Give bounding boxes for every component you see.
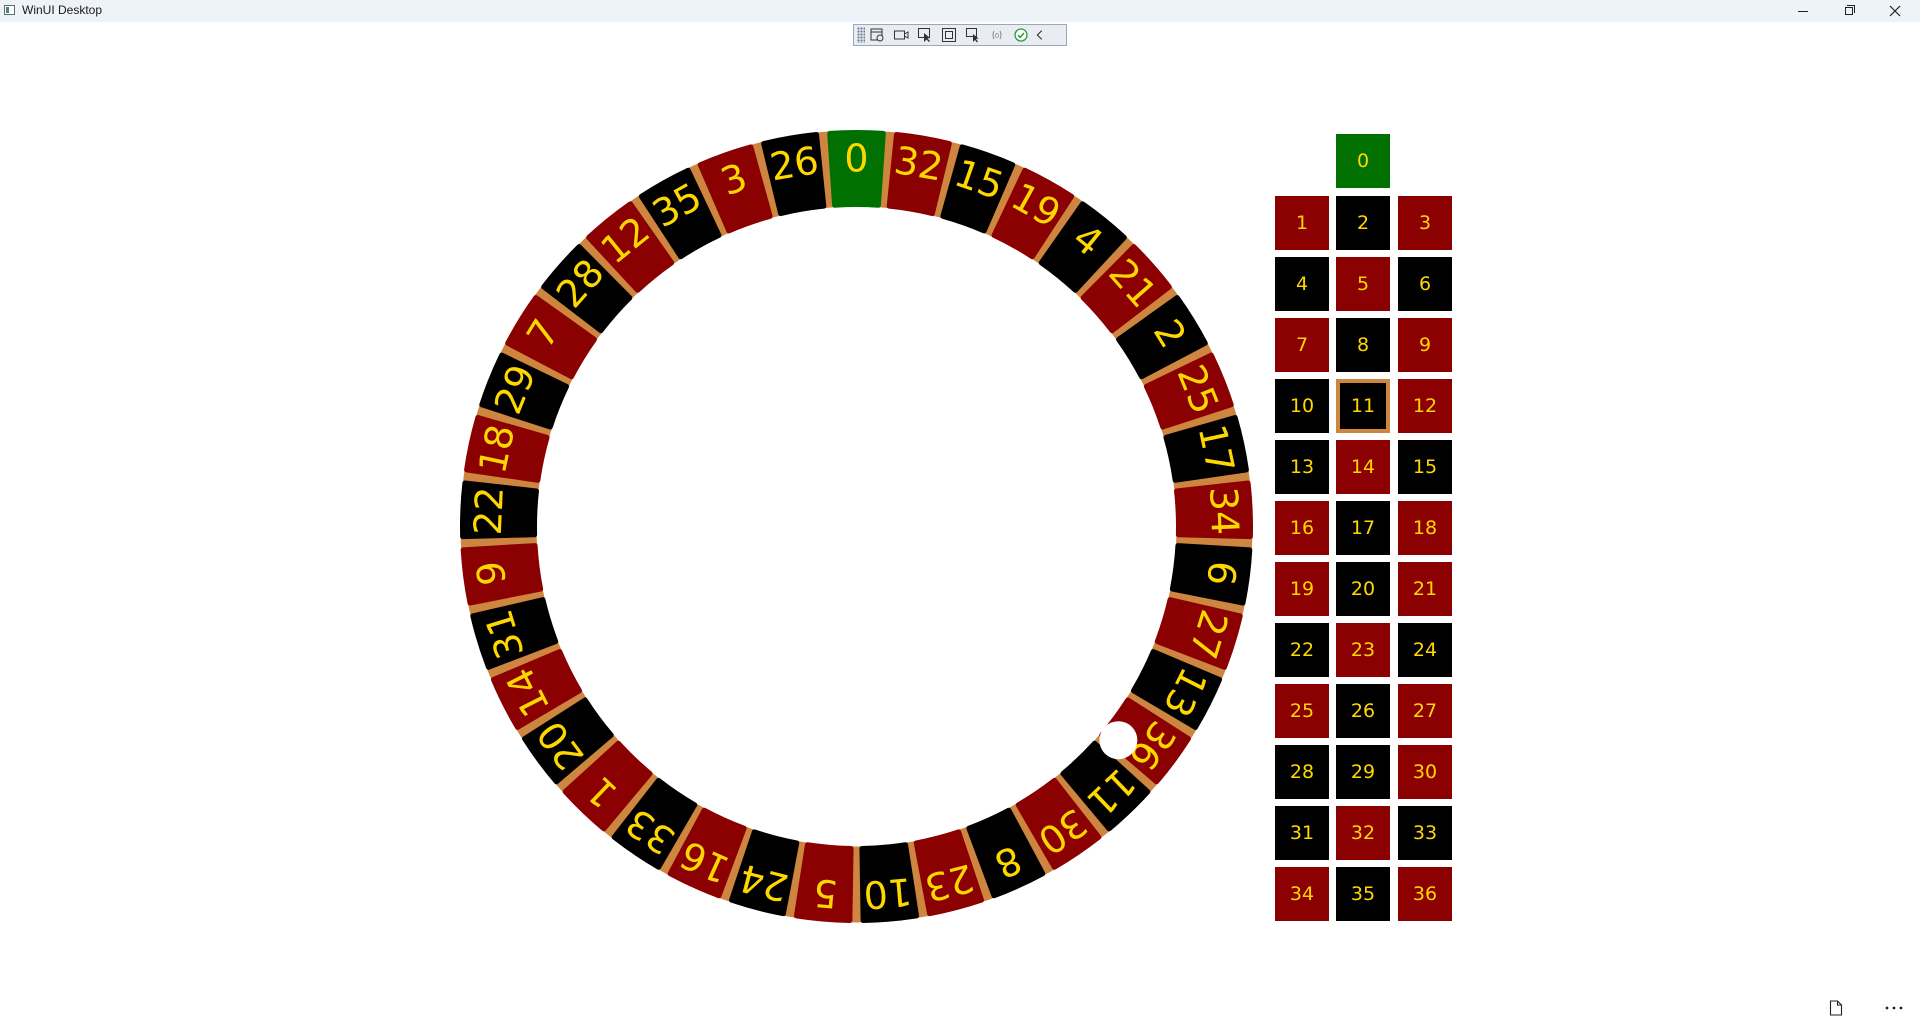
board-cell-30[interactable]: 30: [1398, 745, 1452, 799]
close-button[interactable]: [1872, 0, 1918, 22]
board-cell-27[interactable]: 27: [1398, 684, 1452, 738]
board-cell-24[interactable]: 24: [1398, 623, 1452, 677]
wheel-pocket[interactable]: 0: [827, 130, 886, 208]
board-cell-1[interactable]: 1: [1275, 196, 1329, 250]
track-focus-icon: [966, 28, 979, 43]
board-cell-32[interactable]: 32: [1336, 806, 1390, 860]
board-cell-9[interactable]: 9: [1398, 318, 1452, 372]
board-cell-7[interactable]: 7: [1275, 318, 1329, 372]
app-icon: [4, 5, 15, 15]
pocket-number: 10: [862, 869, 914, 917]
board-cell-13[interactable]: 13: [1275, 440, 1329, 494]
board-cell-22[interactable]: 22: [1275, 623, 1329, 677]
board-cell-14[interactable]: 14: [1336, 440, 1390, 494]
roulette-ball: [1099, 721, 1138, 760]
board-cell-8[interactable]: 8: [1336, 318, 1390, 372]
board-cell-17[interactable]: 17: [1336, 501, 1390, 555]
pocket-number: 22: [466, 486, 512, 536]
more-options-button[interactable]: [1882, 996, 1906, 1020]
wheel-pocket[interactable]: 10: [859, 842, 920, 923]
board-cell-21[interactable]: 21: [1398, 562, 1452, 616]
board-cell-26[interactable]: 26: [1336, 684, 1390, 738]
document-icon: [1829, 1000, 1843, 1016]
roulette-wheel[interactable]: 0 32 1519421225173462713361130823105241633…: [460, 130, 1253, 923]
board-cell-4[interactable]: 4: [1275, 257, 1329, 311]
board-cell-6[interactable]: 6: [1398, 257, 1452, 311]
board-cell-35[interactable]: 35: [1336, 867, 1390, 921]
document-button[interactable]: [1824, 996, 1848, 1020]
select-element-button[interactable]: [913, 26, 937, 44]
board-cell-28[interactable]: 28: [1275, 745, 1329, 799]
minimize-button[interactable]: [1780, 0, 1826, 22]
board-cell-33[interactable]: 33: [1398, 806, 1452, 860]
live-visual-tree-icon: [870, 28, 884, 42]
board-cell-12[interactable]: 12: [1398, 379, 1452, 433]
board-cell-15[interactable]: 15: [1398, 440, 1452, 494]
board-cell-18[interactable]: 18: [1398, 501, 1452, 555]
collapse-toolbar-button[interactable]: [1033, 26, 1047, 44]
more-options-icon: [1885, 1006, 1903, 1010]
board-cell-25[interactable]: 25: [1275, 684, 1329, 738]
pocket-number: 5: [811, 870, 839, 916]
board-cell-0[interactable]: 0: [1336, 134, 1390, 188]
maximize-icon: [1845, 5, 1855, 15]
title-bar: WinUI Desktop: [0, 0, 1920, 22]
svg-text:0: 0: [995, 32, 999, 40]
board-cell-11[interactable]: 11: [1336, 379, 1390, 433]
board-cell-10[interactable]: 10: [1275, 379, 1329, 433]
board-cell-31[interactable]: 31: [1275, 806, 1329, 860]
pocket-number: 26: [767, 138, 822, 190]
board-cell-2[interactable]: 2: [1336, 196, 1390, 250]
display-layout-adorners-button[interactable]: [937, 26, 961, 44]
board-cell-34[interactable]: 34: [1275, 867, 1329, 921]
collapse-chevron-icon: [1036, 30, 1043, 40]
live-visual-tree-button[interactable]: [865, 26, 889, 44]
board-cell-19[interactable]: 19: [1275, 562, 1329, 616]
window-title: WinUI Desktop: [22, 3, 103, 17]
in-app-debug-toolbar: 0: [853, 24, 1067, 46]
hot-reload-ok-icon: [1014, 28, 1028, 42]
wheel-pocket[interactable]: 22: [460, 480, 539, 540]
track-focus-button[interactable]: [961, 26, 985, 44]
display-layout-adorners-icon: [942, 28, 956, 42]
board-cell-3[interactable]: 3: [1398, 196, 1452, 250]
pocket-number: 34: [1201, 486, 1247, 536]
wheel-pocket[interactable]: 34: [1174, 480, 1253, 540]
record-icon: [894, 30, 909, 40]
minimize-icon: [1798, 10, 1808, 12]
close-icon: [1889, 5, 1901, 17]
toolbar-grip-icon[interactable]: [857, 27, 865, 43]
wheel-pocket[interactable]: 5: [793, 842, 854, 923]
hot-reload-button[interactable]: [1009, 26, 1033, 44]
board-cell-16[interactable]: 16: [1275, 501, 1329, 555]
maximize-button[interactable]: [1826, 0, 1872, 22]
board-cell-5[interactable]: 5: [1336, 257, 1390, 311]
binding-failures-button[interactable]: 0: [985, 26, 1009, 44]
binding-failures-icon: 0: [992, 30, 1002, 40]
pocket-number: 0: [844, 137, 868, 181]
board-cell-36[interactable]: 36: [1398, 867, 1452, 921]
board-cell-29[interactable]: 29: [1336, 745, 1390, 799]
record-button[interactable]: [889, 26, 913, 44]
pocket-number: 32: [891, 138, 946, 190]
select-element-icon: [918, 28, 930, 42]
board-cell-23[interactable]: 23: [1336, 623, 1390, 677]
board-cell-20[interactable]: 20: [1336, 562, 1390, 616]
